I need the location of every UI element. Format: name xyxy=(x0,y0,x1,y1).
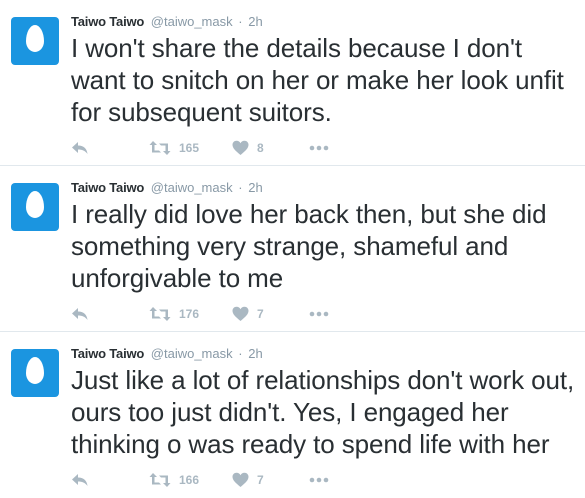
tweet-timestamp[interactable]: 2h xyxy=(248,180,262,195)
retweet-count: 165 xyxy=(179,141,200,155)
like-button[interactable]: 8 xyxy=(232,138,264,158)
more-button[interactable] xyxy=(309,138,329,158)
more-icon xyxy=(309,311,329,317)
avatar[interactable] xyxy=(11,17,59,65)
tweet[interactable]: Taiwo Taiwo @taiwo_mask · 2h I really di… xyxy=(0,166,585,332)
like-count: 7 xyxy=(257,307,264,321)
like-button[interactable]: 7 xyxy=(232,470,264,490)
tweet-actions: 166 7 xyxy=(71,470,371,490)
like-count: 8 xyxy=(257,141,264,155)
retweet-icon xyxy=(149,473,171,487)
author-username[interactable]: @taiwo_mask xyxy=(151,346,233,361)
tweet-header: Taiwo Taiwo @taiwo_mask · 2h xyxy=(71,180,263,196)
separator-dot: · xyxy=(238,180,243,195)
more-icon xyxy=(309,477,329,483)
author-fullname[interactable]: Taiwo Taiwo xyxy=(71,14,144,29)
like-icon xyxy=(232,306,249,321)
author-fullname[interactable]: Taiwo Taiwo xyxy=(71,346,144,361)
separator-dot: · xyxy=(238,346,243,361)
tweet-text: I really did love her back then, but she… xyxy=(71,199,547,293)
reply-icon xyxy=(72,142,88,154)
like-button[interactable]: 7 xyxy=(232,304,264,324)
author-username[interactable]: @taiwo_mask xyxy=(151,180,233,195)
author-username[interactable]: @taiwo_mask xyxy=(151,14,233,29)
avatar[interactable] xyxy=(11,349,59,397)
more-button[interactable] xyxy=(309,304,329,324)
like-count: 7 xyxy=(257,473,264,487)
reply-icon xyxy=(72,474,88,486)
tweet-header: Taiwo Taiwo @taiwo_mask · 2h xyxy=(71,14,263,30)
tweet-text: Just like a lot of relationships don't w… xyxy=(71,365,575,459)
retweet-button[interactable]: 165 xyxy=(149,138,199,158)
author-fullname[interactable]: Taiwo Taiwo xyxy=(71,180,144,195)
default-egg-avatar-icon xyxy=(26,357,44,384)
like-icon xyxy=(232,140,249,155)
retweet-count: 166 xyxy=(179,473,200,487)
tweet-timestamp[interactable]: 2h xyxy=(248,346,262,361)
retweet-count: 176 xyxy=(179,307,200,321)
separator-dot: · xyxy=(238,14,243,29)
tweet[interactable]: Taiwo Taiwo @taiwo_mask · 2h I won't sha… xyxy=(0,0,585,166)
retweet-button[interactable]: 166 xyxy=(149,470,199,490)
tweet-header: Taiwo Taiwo @taiwo_mask · 2h xyxy=(71,346,263,362)
reply-button[interactable] xyxy=(71,304,89,324)
like-icon xyxy=(232,472,249,487)
reply-button[interactable] xyxy=(71,138,89,158)
tweet[interactable]: Taiwo Taiwo @taiwo_mask · 2h Just like a… xyxy=(0,332,585,498)
reply-icon xyxy=(72,308,88,320)
more-button[interactable] xyxy=(309,470,329,490)
retweet-icon xyxy=(149,141,171,155)
avatar[interactable] xyxy=(11,183,59,231)
retweet-icon xyxy=(149,307,171,321)
retweet-button[interactable]: 176 xyxy=(149,304,199,324)
default-egg-avatar-icon xyxy=(26,25,44,52)
tweet-text: I won't share the details because I don'… xyxy=(71,33,564,127)
more-icon xyxy=(309,145,329,151)
default-egg-avatar-icon xyxy=(26,191,44,218)
tweet-timestamp[interactable]: 2h xyxy=(248,14,262,29)
reply-button[interactable] xyxy=(71,470,89,490)
tweet-actions: 165 8 xyxy=(71,138,371,158)
tweet-actions: 176 7 xyxy=(71,304,371,324)
